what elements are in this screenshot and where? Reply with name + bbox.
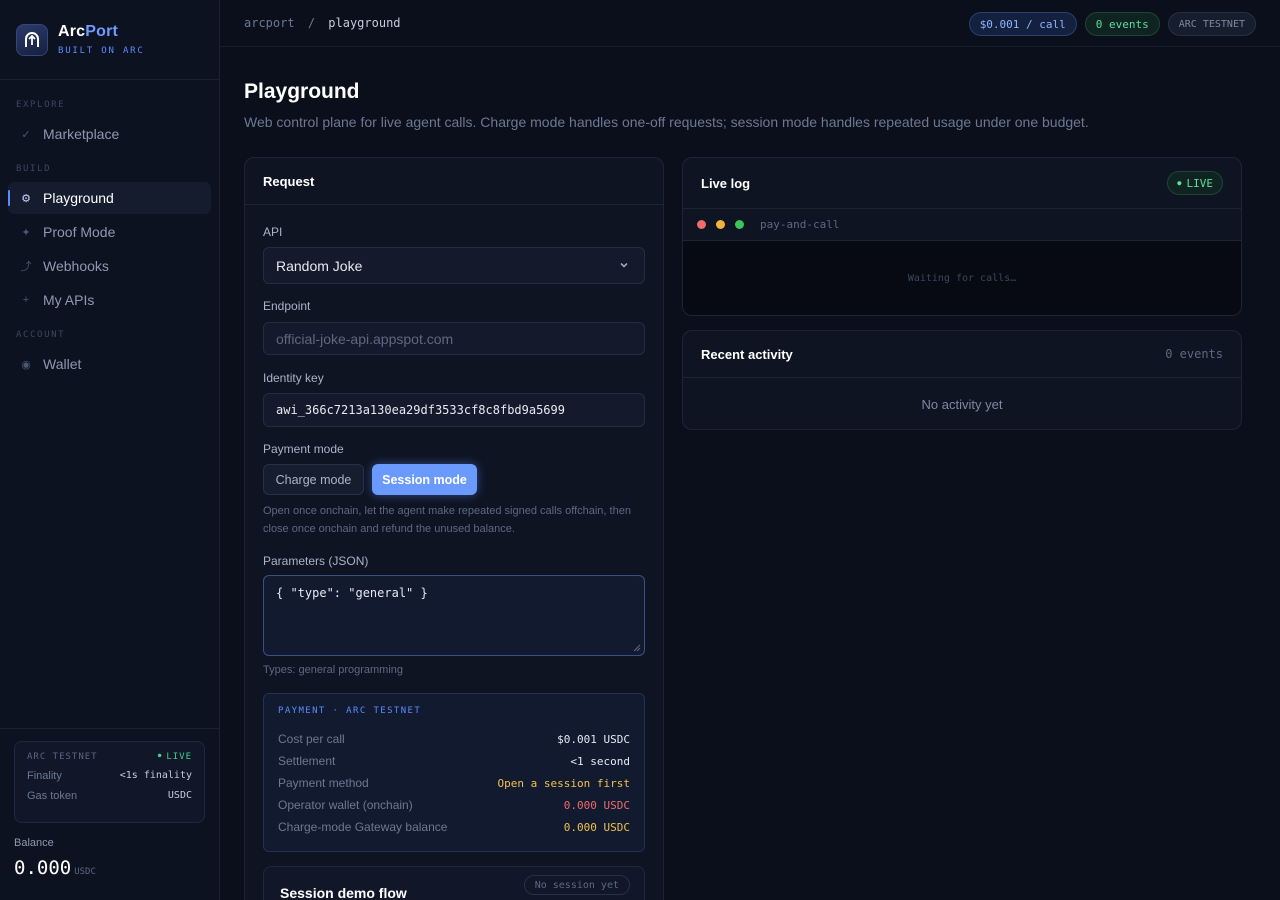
gear-icon: ⚙ — [21, 192, 31, 205]
price-pill: $0.001 / call — [968, 12, 1077, 36]
logo-icon — [16, 23, 48, 56]
sidebar-item-label: Playground — [43, 190, 114, 206]
parameters-label: Parameters (JSON) — [263, 554, 369, 568]
arrow-icon: ⤴ — [20, 261, 32, 273]
finality-value: <1s finality — [119, 770, 192, 781]
live-log-title: Live log — [701, 175, 751, 191]
sidebar-item-label: My APIs — [43, 292, 95, 308]
resize-grip-icon[interactable] — [633, 644, 641, 652]
network-status: LIVE — [158, 752, 192, 762]
network-pill: ARC TESTNET — [1167, 12, 1256, 36]
types-note: Types: general programming — [263, 664, 404, 676]
payment-row: Payment method Open a session first — [278, 776, 630, 790]
parameters-json-input[interactable]: { "type": "general" } — [263, 575, 645, 656]
sidebar-nav: EXPLORE ✓ Marketplace BUILD ⚙ Playground… — [0, 80, 219, 380]
payment-row: Operator wallet (onchain) 0.000 USDC — [278, 798, 630, 812]
network-card: ARC TESTNET LIVE Finality <1s finality G… — [14, 741, 205, 823]
live-log-panel: Live log ● LIVE pay-and-call Waiting for … — [682, 157, 1242, 316]
breadcrumb-root[interactable]: arcport — [244, 16, 295, 30]
sidebar-item-marketplace[interactable]: ✓ Marketplace — [8, 118, 211, 150]
api-select[interactable]: Random Joke — [263, 247, 645, 284]
window-maximize-dot-icon — [735, 220, 744, 229]
endpoint-label: Endpoint — [263, 299, 311, 313]
wallet-icon: ◉ — [21, 358, 31, 371]
activity-empty-state: No activity yet — [921, 396, 1003, 412]
window-minimize-dot-icon — [716, 220, 725, 229]
finality-label: Finality — [27, 770, 62, 782]
mode-help-text: Open once onchain, let the agent make re… — [263, 505, 631, 535]
live-badge: ● LIVE — [1167, 171, 1223, 195]
activity-count: 0 events — [1165, 347, 1223, 361]
sidebar-item-label: Webhooks — [43, 258, 109, 274]
breadcrumb: arcport / playground — [244, 16, 401, 30]
gateway-balance-value: 0.000 USDC — [563, 820, 630, 834]
payment-title: PAYMENT · ARC TESTNET — [278, 706, 422, 716]
brand[interactable]: ArcPort BUILT ON ARC — [0, 0, 219, 80]
gas-label: Gas token — [27, 790, 78, 802]
session-demo-card: Session demo flow No session yet — [263, 866, 645, 900]
api-label: API — [263, 225, 283, 239]
sidebar-item-proof-mode[interactable]: ✦ Proof Mode — [8, 216, 211, 248]
nav-section-account: ACCOUNT — [16, 330, 66, 340]
sparkle-icon: ✦ — [21, 226, 31, 239]
recent-activity-title: Recent activity — [701, 346, 793, 362]
plus-icon: + — [22, 294, 30, 306]
window-close-dot-icon — [697, 220, 706, 229]
api-select-value: Random Joke — [276, 257, 363, 274]
network-name: ARC TESTNET — [27, 752, 98, 762]
payment-row: Charge-mode Gateway balance 0.000 USDC — [278, 820, 630, 834]
balance-value: 0.000 USDC — [14, 857, 96, 879]
events-pill: 0 events — [1084, 12, 1160, 36]
brand-tagline: BUILT ON ARC — [58, 46, 145, 56]
recent-activity-panel: Recent activity 0 events No activity yet — [682, 330, 1242, 430]
nav-section-build: BUILD — [16, 164, 52, 174]
check-icon: ✓ — [21, 128, 31, 141]
payment-row: Cost per call $0.001 USDC — [278, 732, 630, 746]
sidebar-footer: ARC TESTNET LIVE Finality <1s finality G… — [0, 728, 219, 900]
endpoint-field[interactable]: official-joke-api.appspot.com — [263, 322, 645, 355]
sidebar-item-playground[interactable]: ⚙ Playground — [8, 182, 211, 214]
parameters-json-value: { "type": "general" } — [276, 586, 428, 600]
sidebar-item-webhooks[interactable]: ⤴ Webhooks — [8, 250, 211, 282]
request-title: Request — [245, 158, 663, 205]
brand-name: ArcPort — [58, 23, 119, 40]
terminal-output: Waiting for calls… — [683, 241, 1241, 315]
chevron-down-icon — [620, 262, 628, 268]
terminal-name: pay-and-call — [760, 218, 840, 231]
sidebar-item-my-apis[interactable]: + My APIs — [8, 284, 211, 316]
topbar: arcport / playground $0.001 / call 0 eve… — [220, 0, 1280, 47]
terminal-bar: pay-and-call — [683, 209, 1241, 241]
nav-section-explore: EXPLORE — [16, 100, 66, 110]
balance-label: Balance — [14, 837, 54, 849]
identity-key-label: Identity key — [263, 371, 324, 385]
cost-per-call-value: $0.001 USDC — [557, 732, 630, 746]
payment-method-value: Open a session first — [497, 776, 630, 790]
sidebar-item-label: Proof Mode — [43, 224, 116, 240]
session-mode-button[interactable]: Session mode — [372, 464, 477, 495]
payment-card: PAYMENT · ARC TESTNET Cost per call $0.0… — [263, 693, 645, 852]
sidebar-item-wallet[interactable]: ◉ Wallet — [8, 348, 211, 380]
live-dot-icon: ● — [1177, 179, 1182, 187]
page-title: Playground — [244, 80, 360, 103]
payment-mode-label: Payment mode — [263, 442, 344, 456]
sidebar-item-label: Marketplace — [43, 126, 120, 142]
request-panel: Request API Random Joke Endpoint officia… — [244, 157, 664, 900]
settlement-value: <1 second — [570, 754, 630, 768]
balance-unit: USDC — [74, 867, 96, 877]
page-subtitle: Web control plane for live agent calls. … — [244, 114, 1089, 130]
payment-row: Settlement <1 second — [278, 754, 630, 768]
session-status-badge: No session yet — [523, 875, 630, 895]
sidebar-item-label: Wallet — [43, 356, 82, 372]
charge-mode-button[interactable]: Charge mode — [263, 464, 364, 495]
sidebar: ArcPort BUILT ON ARC EXPLORE ✓ Marketpla… — [0, 0, 220, 900]
breadcrumb-current: playground — [328, 16, 401, 30]
gas-value: USDC — [167, 790, 192, 801]
operator-wallet-value: 0.000 USDC — [563, 798, 630, 812]
identity-key-field[interactable]: awi_366c7213a130ea29df3533cf8c8fbd9a5699 — [263, 393, 645, 427]
